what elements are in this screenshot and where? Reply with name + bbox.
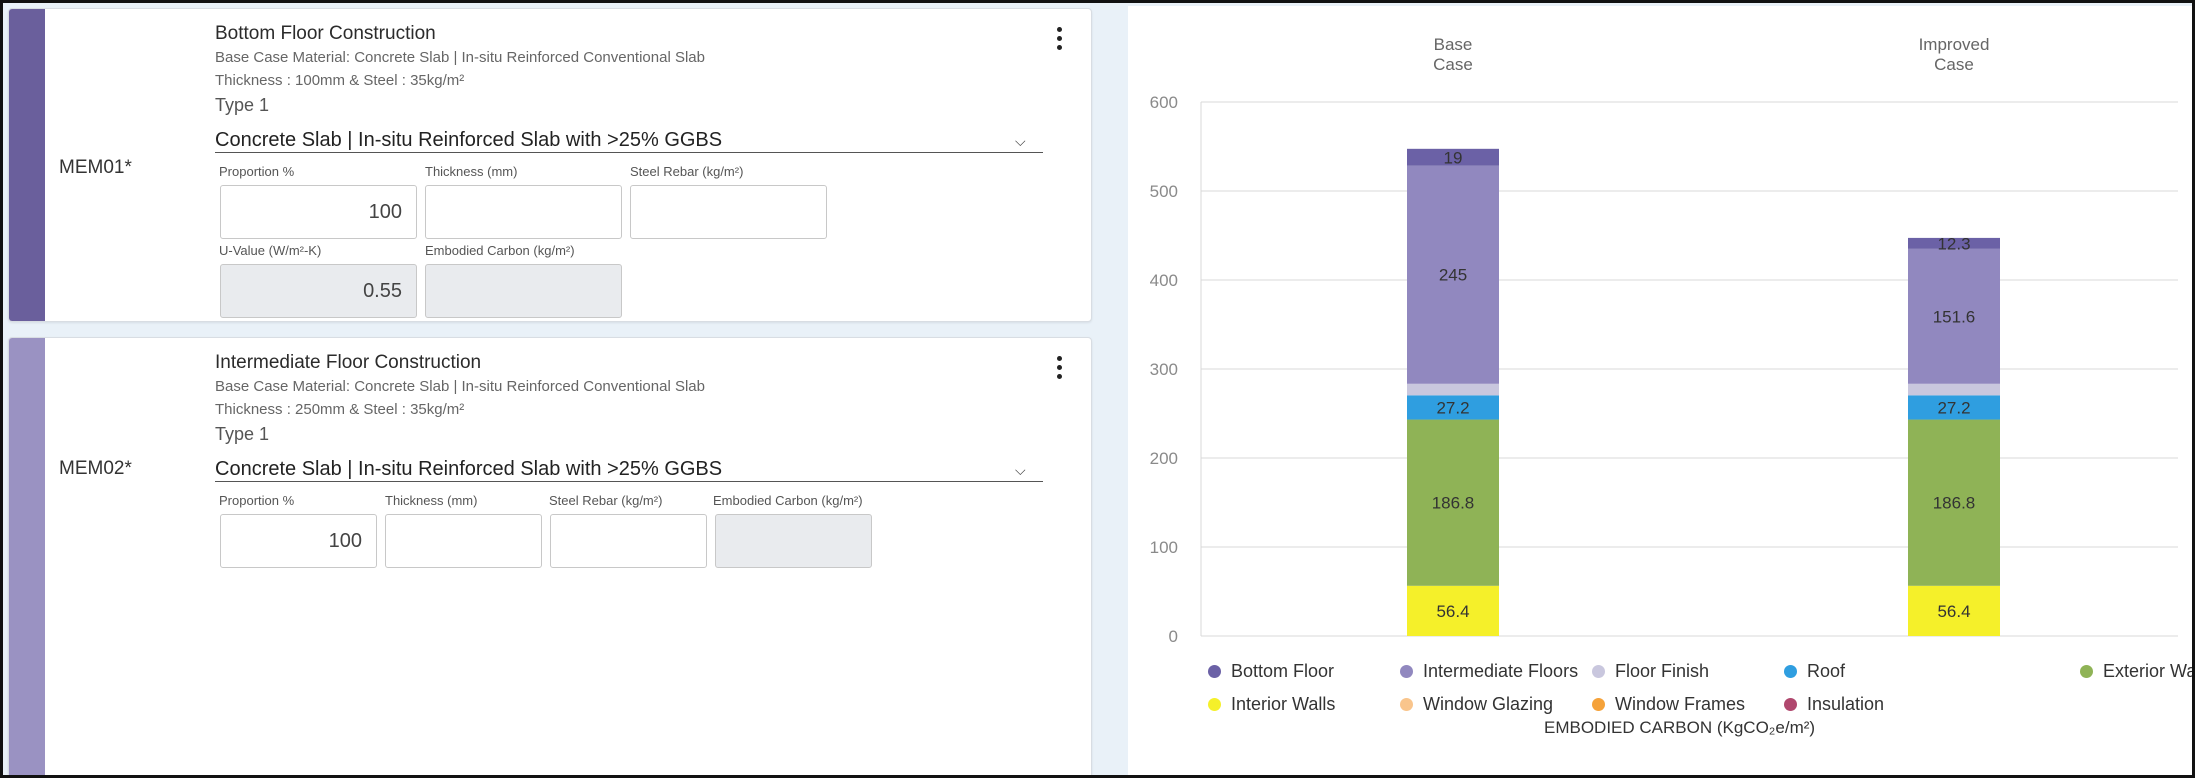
member-color-stripe bbox=[9, 338, 45, 775]
thickness-input[interactable] bbox=[425, 185, 622, 239]
thickness-input[interactable] bbox=[385, 514, 542, 568]
more-options-icon[interactable] bbox=[1057, 27, 1063, 54]
steel-rebar-label: Steel Rebar (kg/m²) bbox=[630, 164, 744, 179]
bar-segment bbox=[1908, 383, 2000, 396]
data-label: 12.3 bbox=[1937, 234, 1970, 253]
thickness-label: Thickness (mm) bbox=[385, 493, 478, 508]
data-label: 27.2 bbox=[1937, 398, 1970, 417]
base-case-material: Base Case Material: Concrete Slab | In-s… bbox=[215, 378, 705, 395]
u-value-field: 0.55 bbox=[220, 264, 417, 318]
legend-item[interactable]: Interior Walls bbox=[1208, 694, 1335, 715]
y-tick-label: 500 bbox=[1150, 182, 1178, 201]
member-card-mem01: Bottom Floor Construction Base Case Mate… bbox=[8, 8, 1092, 322]
y-tick-label: 100 bbox=[1150, 538, 1178, 557]
chevron-down-icon[interactable]: ⌵ bbox=[1015, 133, 1026, 150]
legend-marker bbox=[1208, 698, 1221, 711]
data-label: 151.6 bbox=[1933, 307, 1976, 326]
proportion-input[interactable]: 100 bbox=[220, 185, 417, 239]
chevron-down-icon[interactable]: ⌵ bbox=[1015, 462, 1026, 479]
legend-item[interactable]: Roof bbox=[1784, 661, 1845, 682]
embodied-carbon-field bbox=[425, 264, 622, 318]
legend-label: Window Frames bbox=[1615, 694, 1746, 714]
embodied-carbon-field bbox=[715, 514, 872, 568]
member-title: Bottom Floor Construction bbox=[215, 23, 436, 44]
y-tick-label: 0 bbox=[1169, 627, 1178, 646]
member-color-stripe bbox=[9, 9, 45, 321]
bar-segment bbox=[1407, 383, 1499, 396]
steel-rebar-input[interactable] bbox=[550, 514, 707, 568]
legend-item[interactable]: Window Glazing bbox=[1400, 694, 1553, 715]
legend-item[interactable]: Floor Finish bbox=[1592, 661, 1709, 682]
data-label: 186.8 bbox=[1933, 494, 1976, 513]
embodied-carbon-chart-panel: 0 100 200 300 400 500 600 Base Case 56.4 186.8 27.2… bbox=[1128, 6, 2195, 778]
category-label: Case bbox=[1934, 55, 1974, 74]
data-label: 186.8 bbox=[1432, 494, 1475, 513]
data-label: 245 bbox=[1439, 266, 1467, 285]
base-case-thickness: Thickness : 100mm & Steel : 35kg/m² bbox=[215, 72, 465, 89]
legend-marker bbox=[1784, 665, 1797, 678]
material-select-underline bbox=[215, 152, 1043, 153]
legend-label: Window Glazing bbox=[1423, 694, 1554, 714]
legend-label: Roof bbox=[1807, 661, 1846, 681]
member-type: Type 1 bbox=[215, 95, 270, 115]
material-select[interactable]: Concrete Slab | In-situ Reinforced Slab … bbox=[215, 129, 722, 152]
legend-label: Floor Finish bbox=[1615, 661, 1710, 681]
embodied-carbon-label: Embodied Carbon (kg/m²) bbox=[425, 243, 575, 258]
proportion-input[interactable]: 100 bbox=[220, 514, 377, 568]
legend-label: Exterior Walls bbox=[2103, 661, 2195, 681]
embodied-carbon-label: Embodied Carbon (kg/m²) bbox=[713, 493, 863, 508]
data-label: 56.4 bbox=[1436, 602, 1469, 621]
legend-label: Interior Walls bbox=[1231, 694, 1336, 714]
member-card-mem02: Intermediate Floor Construction Base Cas… bbox=[8, 337, 1092, 775]
legend-marker bbox=[1400, 698, 1413, 711]
material-select[interactable]: Concrete Slab | In-situ Reinforced Slab … bbox=[215, 458, 722, 481]
more-options-icon[interactable] bbox=[1057, 356, 1063, 383]
member-type: Type 1 bbox=[215, 424, 270, 444]
thickness-label: Thickness (mm) bbox=[425, 164, 518, 179]
legend-marker bbox=[1400, 665, 1413, 678]
legend-item[interactable]: Insulation bbox=[1784, 694, 1884, 715]
member-list: Bottom Floor Construction Base Case Mate… bbox=[3, 3, 1115, 775]
category-label: Improved bbox=[1919, 35, 1990, 54]
y-tick-label: 600 bbox=[1150, 93, 1178, 112]
legend-item[interactable]: Intermediate Floors bbox=[1400, 661, 1578, 682]
member-title: Intermediate Floor Construction bbox=[215, 352, 482, 373]
data-label: 56.4 bbox=[1937, 602, 1970, 621]
base-case-material: Base Case Material: Concrete Slab | In-s… bbox=[215, 49, 705, 66]
u-value-label: U-Value (W/m²-K) bbox=[219, 243, 322, 258]
legend-item[interactable]: Exterior Walls bbox=[2080, 661, 2195, 682]
y-tick-label: 300 bbox=[1150, 360, 1178, 379]
x-axis-title: EMBODIED CARBON (KgCO₂e/m²) bbox=[1544, 718, 1816, 737]
legend-marker bbox=[1208, 665, 1221, 678]
member-code: MEM01* bbox=[59, 157, 132, 178]
proportion-label: Proportion % bbox=[219, 493, 295, 508]
category-label: Base bbox=[1434, 35, 1473, 54]
base-case-thickness: Thickness : 250mm & Steel : 35kg/m² bbox=[215, 401, 465, 418]
data-label: 27.2 bbox=[1436, 398, 1469, 417]
legend-item[interactable]: Bottom Floor bbox=[1208, 661, 1334, 682]
legend-marker bbox=[1784, 698, 1797, 711]
legend-marker bbox=[1592, 698, 1605, 711]
category-label: Case bbox=[1433, 55, 1473, 74]
y-tick-label: 200 bbox=[1150, 449, 1178, 468]
legend-marker bbox=[1592, 665, 1605, 678]
material-select-underline bbox=[215, 481, 1043, 482]
legend-item[interactable]: Window Frames bbox=[1592, 694, 1745, 715]
data-label: 19 bbox=[1444, 148, 1463, 167]
steel-rebar-input[interactable] bbox=[630, 185, 827, 239]
legend-label: Insulation bbox=[1807, 694, 1885, 714]
legend-label: Intermediate Floors bbox=[1423, 661, 1579, 681]
legend-label: Bottom Floor bbox=[1231, 661, 1335, 681]
member-code: MEM02* bbox=[59, 458, 132, 479]
steel-rebar-label: Steel Rebar (kg/m²) bbox=[549, 493, 663, 508]
y-tick-label: 400 bbox=[1150, 271, 1178, 290]
legend-marker bbox=[2080, 665, 2093, 678]
proportion-label: Proportion % bbox=[219, 164, 295, 179]
